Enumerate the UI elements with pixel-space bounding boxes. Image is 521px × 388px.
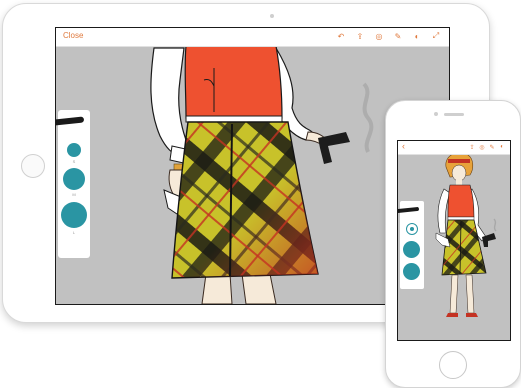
phone-brush-size-small[interactable] (406, 223, 418, 235)
tablet-toolbar: Close ↶ ⇪ ◎ ✎ ◐ ⤢ (56, 28, 449, 47)
phone-device: ‹ ⇪ ◎ ✎ ◐ (385, 100, 521, 388)
back-button[interactable]: ‹ (402, 141, 405, 151)
color-icon[interactable]: ◐ (411, 30, 423, 42)
phone-camera (434, 112, 438, 116)
color-icon[interactable]: ◐ (498, 143, 506, 151)
brush-icon[interactable]: ✎ (488, 143, 496, 151)
phone-toolbar: ‹ ⇪ ◎ ✎ ◐ (398, 141, 510, 155)
brush-size-large[interactable] (61, 202, 87, 228)
brush-size-medium-label: M (72, 192, 76, 197)
brush-size-small[interactable] (67, 143, 81, 157)
phone-home-button[interactable] (439, 351, 467, 379)
brush-size-panel: S M L (56, 110, 90, 258)
phone-screen: ‹ ⇪ ◎ ✎ ◐ (397, 140, 511, 341)
phone-brush-preview-stroke (398, 206, 420, 214)
brush-preview-stroke (56, 116, 85, 126)
brush-size-large-label: L (72, 230, 76, 235)
share-icon[interactable]: ⇪ (354, 30, 366, 42)
close-button[interactable]: Close (63, 31, 83, 40)
undo-icon[interactable]: ↶ (335, 30, 347, 42)
brush-icon[interactable]: ✎ (392, 30, 404, 42)
phone-speaker (444, 113, 464, 116)
phone-brush-size-medium[interactable] (403, 241, 420, 258)
brush-size-medium[interactable] (63, 168, 85, 190)
fullscreen-icon[interactable]: ⤢ (430, 30, 442, 42)
phone-brush-size-panel (398, 201, 424, 289)
tablet-home-button[interactable] (21, 154, 45, 178)
layers-icon[interactable]: ◎ (478, 143, 486, 151)
tablet-camera (270, 14, 274, 18)
phone-brush-size-large[interactable] (403, 263, 420, 280)
brush-size-small-label: S (72, 159, 76, 164)
share-icon[interactable]: ⇪ (468, 143, 476, 151)
layers-icon[interactable]: ◎ (373, 30, 385, 42)
